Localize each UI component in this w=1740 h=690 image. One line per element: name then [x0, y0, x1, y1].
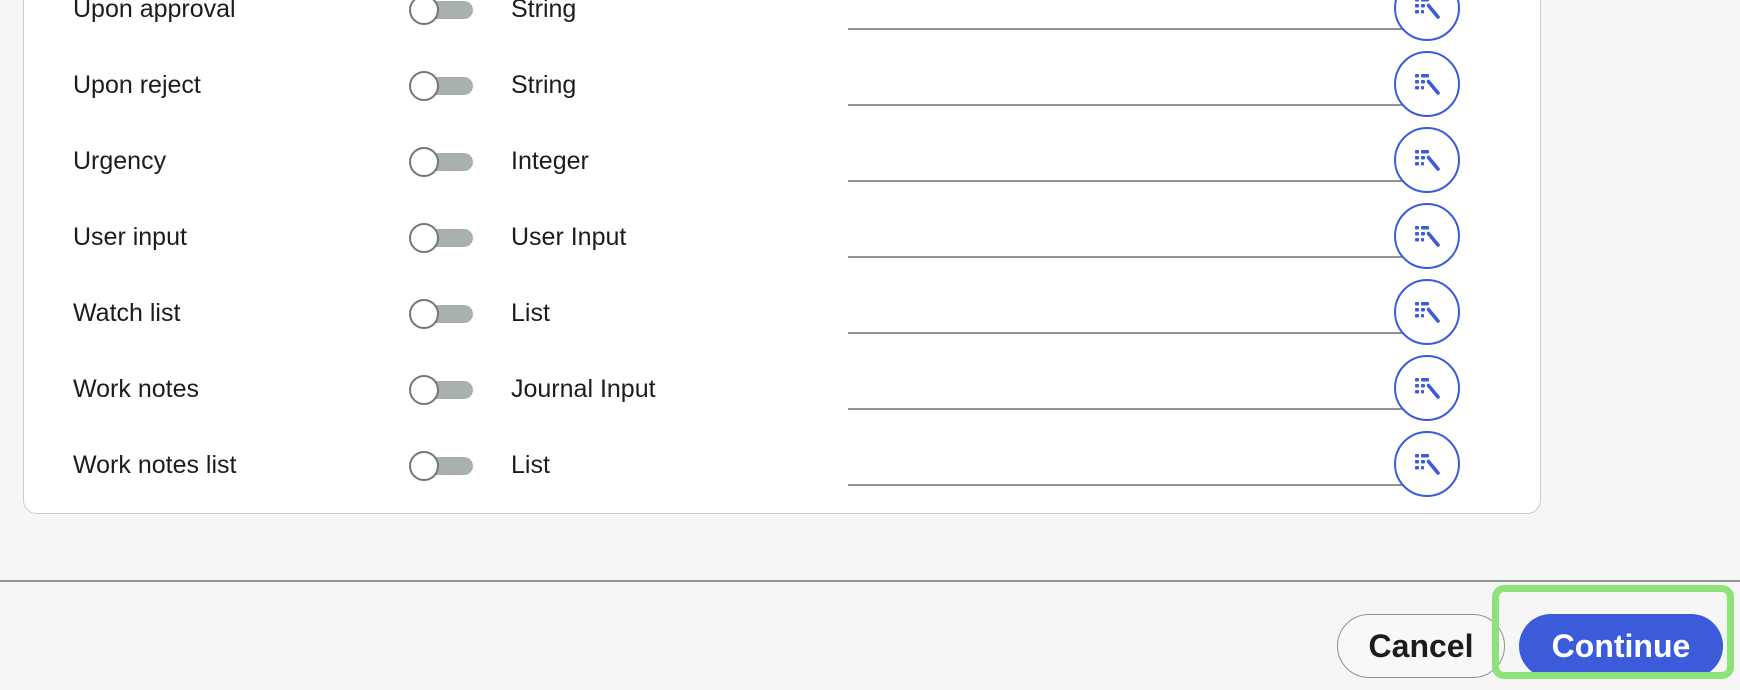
data-pill-picker-icon: [1412, 297, 1442, 327]
field-name-label: Urgency: [73, 147, 167, 175]
data-pill-picker-icon: [1412, 145, 1442, 175]
data-pill-picker-icon: [1412, 0, 1442, 23]
footer-divider: [0, 580, 1740, 582]
field-name-label: Watch list: [73, 299, 181, 327]
field-list-panel: Upon approval String Upon reject String …: [23, 0, 1541, 514]
data-pill-picker-button[interactable]: [1394, 203, 1460, 269]
field-value-input[interactable]: [848, 51, 1403, 106]
data-pill-picker-button[interactable]: [1394, 431, 1460, 497]
field-row-upon-reject: Upon reject String: [24, 47, 1540, 123]
data-pill-picker-button[interactable]: [1394, 127, 1460, 193]
field-type-label: Journal Input: [511, 375, 656, 403]
field-type-label: List: [511, 299, 550, 327]
field-row-urgency: Urgency Integer: [24, 123, 1540, 199]
field-toggle[interactable]: [409, 0, 473, 25]
field-type-label: String: [511, 71, 577, 99]
data-pill-picker-icon: [1412, 221, 1442, 251]
field-row-upon-approval: Upon approval String: [24, 0, 1540, 47]
field-name-label: Work notes list: [73, 451, 237, 479]
field-toggle[interactable]: [409, 451, 473, 481]
field-value-input[interactable]: [848, 0, 1403, 30]
field-toggle[interactable]: [409, 147, 473, 177]
field-row-work-notes: Work notes Journal Input: [24, 351, 1540, 427]
data-pill-picker-icon: [1412, 69, 1442, 99]
field-toggle[interactable]: [409, 375, 473, 405]
field-row-user-input: User input User Input: [24, 199, 1540, 275]
field-row-watch-list: Watch list List: [24, 275, 1540, 351]
field-type-label: List: [511, 451, 550, 479]
data-pill-picker-icon: [1412, 373, 1442, 403]
field-toggle[interactable]: [409, 223, 473, 253]
field-value-input[interactable]: [848, 279, 1403, 334]
data-pill-picker-icon: [1412, 449, 1442, 479]
field-value-input[interactable]: [848, 203, 1403, 258]
data-pill-picker-button[interactable]: [1394, 0, 1460, 41]
field-value-input[interactable]: [848, 431, 1403, 486]
field-type-label: String: [511, 0, 577, 23]
field-name-label: Work notes: [73, 375, 199, 403]
data-pill-picker-button[interactable]: [1394, 355, 1460, 421]
data-pill-picker-button[interactable]: [1394, 279, 1460, 345]
field-type-label: Integer: [511, 147, 589, 175]
field-name-label: Upon approval: [73, 0, 236, 23]
field-name-label: Upon reject: [73, 71, 201, 99]
data-pill-picker-button[interactable]: [1394, 51, 1460, 117]
cancel-button[interactable]: Cancel: [1337, 614, 1505, 678]
continue-button[interactable]: Continue: [1519, 614, 1723, 678]
field-value-input[interactable]: [848, 127, 1403, 182]
field-toggle[interactable]: [409, 299, 473, 329]
field-row-work-notes-list: Work notes list List: [24, 427, 1540, 503]
field-name-label: User input: [73, 223, 187, 251]
field-value-input[interactable]: [848, 355, 1403, 410]
field-type-label: User Input: [511, 223, 627, 251]
field-toggle[interactable]: [409, 71, 473, 101]
